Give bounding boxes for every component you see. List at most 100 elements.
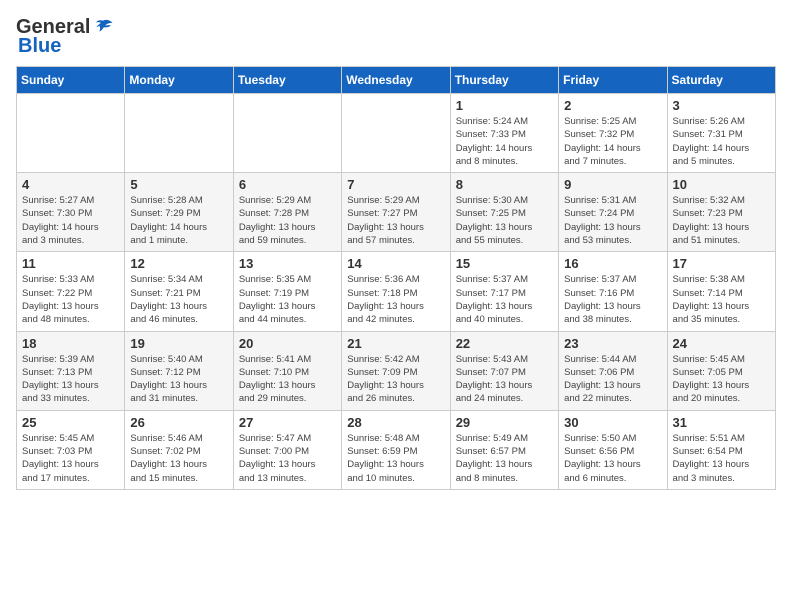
calendar-cell: 24 Sunrise: 5:45 AM Sunset: 7:05 PM Dayli… <box>667 331 775 410</box>
calendar-cell: 21 Sunrise: 5:42 AM Sunset: 7:09 PM Dayli… <box>342 331 450 410</box>
calendar-header-tuesday: Tuesday <box>233 67 341 94</box>
calendar-header-row: SundayMondayTuesdayWednesdayThursdayFrid… <box>17 67 776 94</box>
day-number: 8 <box>456 177 553 192</box>
calendar-week-row: 25 Sunrise: 5:45 AM Sunset: 7:03 PM Dayli… <box>17 410 776 489</box>
day-info: Sunrise: 5:42 AM Sunset: 7:09 PM Dayligh… <box>347 353 444 406</box>
calendar-header-sunday: Sunday <box>17 67 125 94</box>
day-number: 12 <box>130 256 227 271</box>
calendar-cell: 7 Sunrise: 5:29 AM Sunset: 7:27 PM Daylig… <box>342 173 450 252</box>
calendar-cell: 10 Sunrise: 5:32 AM Sunset: 7:23 PM Dayli… <box>667 173 775 252</box>
day-info: Sunrise: 5:38 AM Sunset: 7:14 PM Dayligh… <box>673 273 770 326</box>
day-info: Sunrise: 5:26 AM Sunset: 7:31 PM Dayligh… <box>673 115 770 168</box>
day-number: 17 <box>673 256 770 271</box>
day-info: Sunrise: 5:36 AM Sunset: 7:18 PM Dayligh… <box>347 273 444 326</box>
day-info: Sunrise: 5:32 AM Sunset: 7:23 PM Dayligh… <box>673 194 770 247</box>
day-number: 9 <box>564 177 661 192</box>
calendar-header-monday: Monday <box>125 67 233 94</box>
calendar-cell: 15 Sunrise: 5:37 AM Sunset: 7:17 PM Dayli… <box>450 252 558 331</box>
day-info: Sunrise: 5:45 AM Sunset: 7:05 PM Dayligh… <box>673 353 770 406</box>
calendar-cell: 30 Sunrise: 5:50 AM Sunset: 6:56 PM Dayli… <box>559 410 667 489</box>
calendar-week-row: 1 Sunrise: 5:24 AM Sunset: 7:33 PM Daylig… <box>17 94 776 173</box>
day-number: 26 <box>130 415 227 430</box>
day-info: Sunrise: 5:24 AM Sunset: 7:33 PM Dayligh… <box>456 115 553 168</box>
day-number: 25 <box>22 415 119 430</box>
calendar-cell: 31 Sunrise: 5:51 AM Sunset: 6:54 PM Dayli… <box>667 410 775 489</box>
day-info: Sunrise: 5:49 AM Sunset: 6:57 PM Dayligh… <box>456 432 553 485</box>
day-number: 6 <box>239 177 336 192</box>
day-info: Sunrise: 5:35 AM Sunset: 7:19 PM Dayligh… <box>239 273 336 326</box>
day-info: Sunrise: 5:29 AM Sunset: 7:27 PM Dayligh… <box>347 194 444 247</box>
day-number: 4 <box>22 177 119 192</box>
day-info: Sunrise: 5:37 AM Sunset: 7:17 PM Dayligh… <box>456 273 553 326</box>
calendar-cell: 23Sunrise: 5:44 AM Sunset: 7:06 PM Dayli… <box>559 331 667 410</box>
day-info: Sunrise: 5:31 AM Sunset: 7:24 PM Dayligh… <box>564 194 661 247</box>
day-number: 21 <box>347 336 444 351</box>
day-number: 20 <box>239 336 336 351</box>
day-number: 5 <box>130 177 227 192</box>
day-number: 10 <box>673 177 770 192</box>
day-number: 1 <box>456 98 553 113</box>
day-info: Sunrise: 5:50 AM Sunset: 6:56 PM Dayligh… <box>564 432 661 485</box>
day-number: 30 <box>564 415 661 430</box>
day-info: Sunrise: 5:27 AM Sunset: 7:30 PM Dayligh… <box>22 194 119 247</box>
calendar-cell <box>233 94 341 173</box>
day-info: Sunrise: 5:28 AM Sunset: 7:29 PM Dayligh… <box>130 194 227 247</box>
calendar-cell: 2 Sunrise: 5:25 AM Sunset: 7:32 PM Daylig… <box>559 94 667 173</box>
calendar-cell <box>342 94 450 173</box>
day-info: Sunrise: 5:51 AM Sunset: 6:54 PM Dayligh… <box>673 432 770 485</box>
calendar-cell: 20 Sunrise: 5:41 AM Sunset: 7:10 PM Dayli… <box>233 331 341 410</box>
day-number: 28 <box>347 415 444 430</box>
day-info: Sunrise: 5:33 AM Sunset: 7:22 PM Dayligh… <box>22 273 119 326</box>
calendar-cell: 16Sunrise: 5:37 AM Sunset: 7:16 PM Dayli… <box>559 252 667 331</box>
calendar-cell: 9 Sunrise: 5:31 AM Sunset: 7:24 PM Daylig… <box>559 173 667 252</box>
day-number: 19 <box>130 336 227 351</box>
day-number: 15 <box>456 256 553 271</box>
calendar-header-friday: Friday <box>559 67 667 94</box>
calendar-cell: 18 Sunrise: 5:39 AM Sunset: 7:13 PM Dayli… <box>17 331 125 410</box>
day-number: 22 <box>456 336 553 351</box>
day-number: 3 <box>673 98 770 113</box>
calendar-table: SundayMondayTuesdayWednesdayThursdayFrid… <box>16 66 776 490</box>
day-info: Sunrise: 5:48 AM Sunset: 6:59 PM Dayligh… <box>347 432 444 485</box>
calendar-cell <box>125 94 233 173</box>
calendar-header-wednesday: Wednesday <box>342 67 450 94</box>
day-info: Sunrise: 5:39 AM Sunset: 7:13 PM Dayligh… <box>22 353 119 406</box>
day-number: 29 <box>456 415 553 430</box>
calendar-cell: 13 Sunrise: 5:35 AM Sunset: 7:19 PM Dayli… <box>233 252 341 331</box>
day-number: 2 <box>564 98 661 113</box>
day-info: Sunrise: 5:47 AM Sunset: 7:00 PM Dayligh… <box>239 432 336 485</box>
day-number: 13 <box>239 256 336 271</box>
calendar-cell: 8 Sunrise: 5:30 AM Sunset: 7:25 PM Daylig… <box>450 173 558 252</box>
logo-bird-icon <box>92 17 114 39</box>
day-number: 31 <box>673 415 770 430</box>
day-info: Sunrise: 5:41 AM Sunset: 7:10 PM Dayligh… <box>239 353 336 406</box>
header: General Blue <box>16 16 776 58</box>
calendar-cell: 4 Sunrise: 5:27 AM Sunset: 7:30 PM Daylig… <box>17 173 125 252</box>
day-number: 27 <box>239 415 336 430</box>
calendar-header-thursday: Thursday <box>450 67 558 94</box>
day-number: 23 <box>564 336 661 351</box>
day-info: Sunrise: 5:40 AM Sunset: 7:12 PM Dayligh… <box>130 353 227 406</box>
calendar-cell: 11Sunrise: 5:33 AM Sunset: 7:22 PM Dayli… <box>17 252 125 331</box>
calendar-cell: 28 Sunrise: 5:48 AM Sunset: 6:59 PM Dayli… <box>342 410 450 489</box>
day-info: Sunrise: 5:34 AM Sunset: 7:21 PM Dayligh… <box>130 273 227 326</box>
day-number: 24 <box>673 336 770 351</box>
day-number: 16 <box>564 256 661 271</box>
calendar-cell: 1 Sunrise: 5:24 AM Sunset: 7:33 PM Daylig… <box>450 94 558 173</box>
day-info: Sunrise: 5:25 AM Sunset: 7:32 PM Dayligh… <box>564 115 661 168</box>
calendar-cell: 19 Sunrise: 5:40 AM Sunset: 7:12 PM Dayli… <box>125 331 233 410</box>
calendar-cell: 25 Sunrise: 5:45 AM Sunset: 7:03 PM Dayli… <box>17 410 125 489</box>
calendar-week-row: 11Sunrise: 5:33 AM Sunset: 7:22 PM Dayli… <box>17 252 776 331</box>
day-number: 14 <box>347 256 444 271</box>
calendar-week-row: 18 Sunrise: 5:39 AM Sunset: 7:13 PM Dayli… <box>17 331 776 410</box>
calendar-cell: 29 Sunrise: 5:49 AM Sunset: 6:57 PM Dayli… <box>450 410 558 489</box>
day-number: 7 <box>347 177 444 192</box>
day-info: Sunrise: 5:45 AM Sunset: 7:03 PM Dayligh… <box>22 432 119 485</box>
day-info: Sunrise: 5:30 AM Sunset: 7:25 PM Dayligh… <box>456 194 553 247</box>
day-number: 18 <box>22 336 119 351</box>
calendar-cell: 27 Sunrise: 5:47 AM Sunset: 7:00 PM Dayli… <box>233 410 341 489</box>
day-info: Sunrise: 5:43 AM Sunset: 7:07 PM Dayligh… <box>456 353 553 406</box>
calendar-cell: 26Sunrise: 5:46 AM Sunset: 7:02 PM Dayli… <box>125 410 233 489</box>
calendar-week-row: 4 Sunrise: 5:27 AM Sunset: 7:30 PM Daylig… <box>17 173 776 252</box>
calendar-header-saturday: Saturday <box>667 67 775 94</box>
